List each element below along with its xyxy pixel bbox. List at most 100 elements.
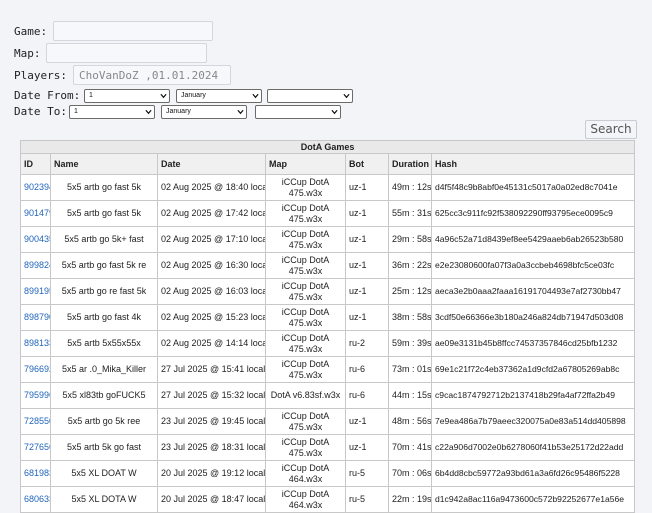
date-to-month-select[interactable]: January: [161, 105, 247, 119]
game-id-link[interactable]: 902394: [24, 182, 50, 192]
game-duration-cell: 48m : 56s: [388, 408, 432, 435]
players-input[interactable]: ChoVanDoZ ,01.01.2024: [73, 65, 231, 85]
game-name-cell: 5x5 xl83tb goFUCK5: [50, 382, 158, 409]
table-row: 8981335x5 artb 5x55x55x02 Aug 2025 @ 14:…: [20, 330, 636, 357]
players-label: Players:: [14, 69, 67, 82]
table-row: 6806335x5 XL DOTA W20 Jul 2025 @ 18:47 l…: [20, 486, 636, 513]
game-duration-cell: 29m : 58s: [388, 226, 432, 253]
game-id-link[interactable]: 795996: [24, 390, 50, 400]
map-name-line1: iCCup DotA: [281, 332, 330, 343]
game-bot-cell: ru-5: [345, 486, 389, 513]
date-to-day-value: 1: [74, 108, 78, 115]
date-from-month-value: January: [181, 92, 206, 99]
game-duration-cell: 73m : 01s: [388, 356, 432, 383]
game-hash-cell: d4f5f48c9b8abf0e45131c5017a0a02ed8c7041e: [430, 174, 636, 201]
game-map-cell: iCCup DotA 475.w3x: [265, 200, 346, 227]
game-id-link[interactable]: 901479: [24, 208, 50, 218]
map-name-line1: iCCup DotA: [281, 358, 330, 369]
game-hash-cell: e2e23080600fa07f3a0a3ccbeb4698bfc5ce03fc: [430, 252, 636, 279]
game-bot-cell: uz-1: [345, 226, 389, 253]
game-bot-cell: uz-1: [345, 252, 389, 279]
map-name-line2: 475.w3x: [288, 213, 323, 224]
table-row: 6819835x5 XL DOAT W20 Jul 2025 @ 19:12 l…: [20, 460, 636, 487]
game-map-cell: iCCup DotA 475.w3x: [265, 434, 346, 461]
table-row: 7276565x5 artb 5k go fast23 Jul 2025 @ 1…: [20, 434, 636, 461]
game-duration-cell: 70m : 06s: [388, 460, 432, 487]
table-row: 7959965x5 xl83tb goFUCK527 Jul 2025 @ 15…: [20, 382, 636, 409]
column-header-hash: Hash: [430, 153, 636, 175]
game-bot-cell: uz-1: [345, 434, 389, 461]
game-hash-cell: aeca3e2b0aaa2faaa16191704493e7af2730bb47: [430, 278, 636, 305]
chevron-down-icon: [343, 93, 350, 99]
date-from-day-select[interactable]: 1: [84, 89, 170, 103]
map-name-line2: 475.w3x: [288, 265, 323, 276]
table-row: 7966925x5 ar .0_Mika_Killer27 Jul 2025 @…: [20, 356, 636, 383]
map-input[interactable]: [46, 43, 207, 63]
game-id-cell: 898790: [20, 304, 51, 331]
game-name-cell: 5x5 artb go re fast 5k: [50, 278, 158, 305]
search-button[interactable]: Search: [585, 120, 637, 139]
column-header-name: Name: [50, 153, 158, 175]
game-name-cell: 5x5 XL DOTA W: [50, 486, 158, 513]
map-name-line1: iCCup DotA: [281, 436, 330, 447]
map-name-line2: 475.w3x: [288, 447, 323, 458]
game-id-cell: 902394: [20, 174, 51, 201]
column-header-map: Map: [265, 153, 346, 175]
game-date-cell: 02 Aug 2025 @ 16:30 local: [157, 252, 266, 279]
game-hash-cell: 69e1c21f72c4eb37362a1d9cfd2a67805269ab8c: [430, 356, 636, 383]
game-id-link[interactable]: 898133: [24, 338, 50, 348]
game-date-cell: 02 Aug 2025 @ 17:42 local: [157, 200, 266, 227]
game-id-link[interactable]: 900435: [24, 234, 50, 244]
date-to-day-select[interactable]: 1: [69, 105, 155, 119]
table-row: 8987905x5 artb go fast 4k02 Aug 2025 @ 1…: [20, 304, 636, 331]
game-bot-cell: ru-6: [345, 356, 389, 383]
game-name-cell: 5x5 XL DOAT W: [50, 460, 158, 487]
game-date-cell: 02 Aug 2025 @ 17:10 local: [157, 226, 266, 253]
game-id-link[interactable]: 899195: [24, 286, 50, 296]
game-id-link[interactable]: 898790: [24, 312, 50, 322]
date-from-day-value: 1: [89, 92, 93, 99]
game-duration-cell: 36m : 22s: [388, 252, 432, 279]
game-date-cell: 02 Aug 2025 @ 16:03 local: [157, 278, 266, 305]
game-hash-cell: 625cc3c911fc92f538092290ff93795ece0095c9: [430, 200, 636, 227]
game-id-link[interactable]: 728550: [24, 416, 50, 426]
game-id-link[interactable]: 899824: [24, 260, 50, 270]
game-map-cell: iCCup DotA 475.w3x: [265, 304, 346, 331]
game-id-link[interactable]: 681983: [24, 468, 50, 478]
table-row: 9014795x5 artb go fast 5k02 Aug 2025 @ 1…: [20, 200, 636, 227]
game-date-cell: 23 Jul 2025 @ 18:31 local: [157, 434, 266, 461]
map-name-line2: 475.w3x: [288, 421, 323, 432]
game-id-cell: 899824: [20, 252, 51, 279]
map-name-line2: 475.w3x: [288, 369, 323, 380]
game-map-cell: iCCup DotA 464.w3x: [265, 460, 346, 487]
game-map-cell: iCCup DotA 475.w3x: [265, 408, 346, 435]
map-name-line1: iCCup DotA: [281, 228, 330, 239]
map-name-line1: iCCup DotA: [281, 254, 330, 265]
game-name-cell: 5x5 artb go fast 5k re: [50, 252, 158, 279]
game-id-cell: 680633: [20, 486, 51, 513]
table-row: 8998245x5 artb go fast 5k re02 Aug 2025 …: [20, 252, 636, 279]
date-from-year-select[interactable]: [267, 89, 353, 103]
game-id-cell: 898133: [20, 330, 51, 357]
map-name-line1: iCCup DotA: [281, 410, 330, 421]
map-name-line2: 464.w3x: [288, 499, 323, 510]
game-hash-cell: ae09e3131b45b8ffcc74537357846cd25bfb1232: [430, 330, 636, 357]
column-header-bot: Bot: [345, 153, 389, 175]
date-to-year-select[interactable]: [255, 105, 341, 119]
game-bot-cell: uz-1: [345, 174, 389, 201]
game-input[interactable]: [53, 21, 213, 41]
game-id-link[interactable]: 796692: [24, 364, 50, 374]
game-name-cell: 5x5 artb go fast 4k: [50, 304, 158, 331]
map-name-line2: 475.w3x: [288, 239, 323, 250]
game-date-cell: 23 Jul 2025 @ 19:45 local: [157, 408, 266, 435]
date-from-month-select[interactable]: January: [176, 89, 262, 103]
game-id-link[interactable]: 680633: [24, 494, 50, 504]
game-id-cell: 796692: [20, 356, 51, 383]
game-bot-cell: uz-1: [345, 200, 389, 227]
game-date-cell: 02 Aug 2025 @ 15:23 local: [157, 304, 266, 331]
date-to-month-value: January: [166, 108, 191, 115]
game-hash-cell: d1c942a8ac116a9473600c572b92252677e1a56e: [430, 486, 636, 513]
game-id-cell: 795996: [20, 382, 51, 409]
game-map-cell: DotA v6.83sf.w3x: [265, 382, 346, 409]
game-id-link[interactable]: 727656: [24, 442, 50, 452]
